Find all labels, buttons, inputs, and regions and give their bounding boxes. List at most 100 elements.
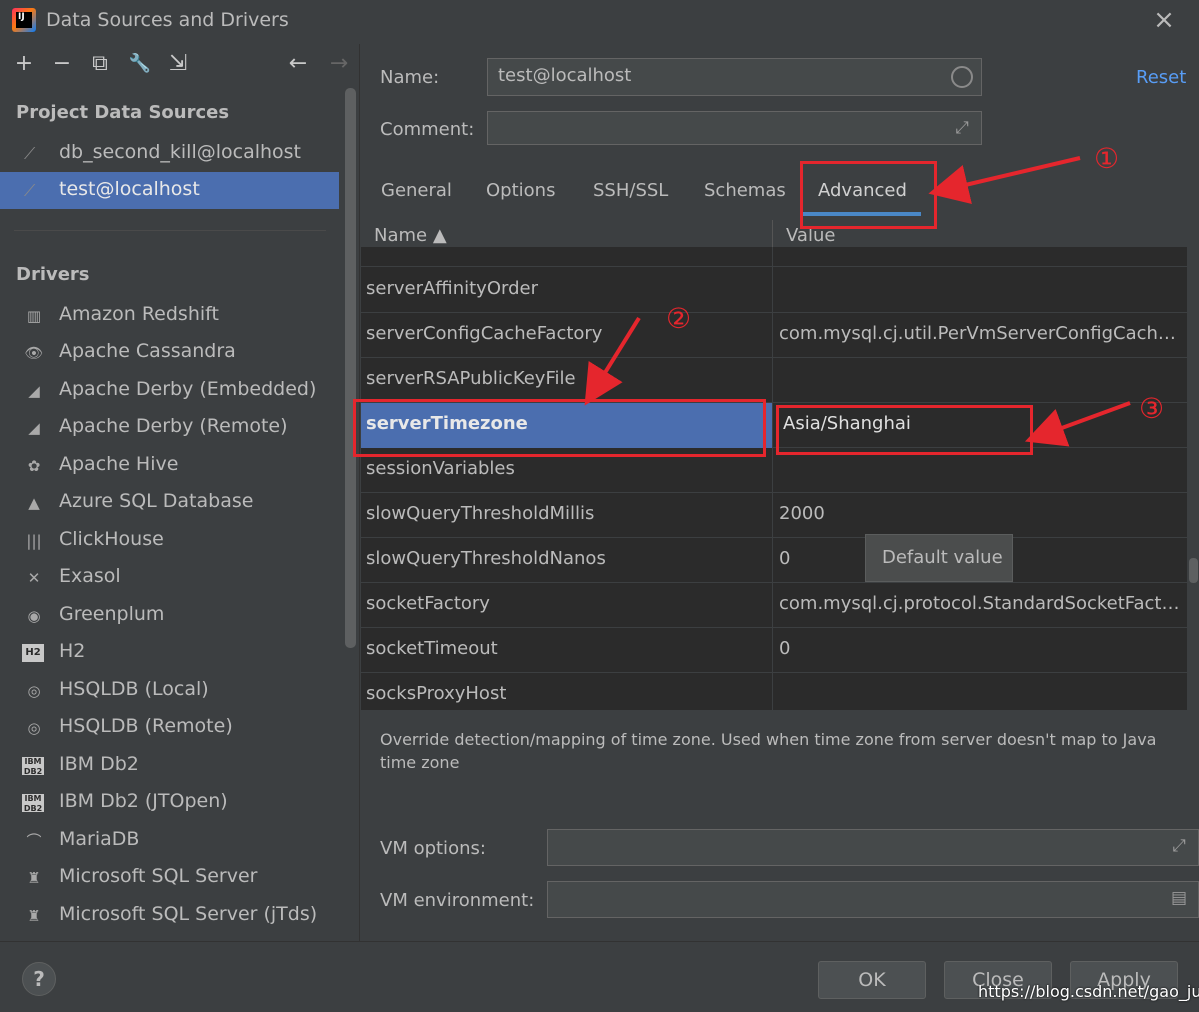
table-row [361,247,1187,292]
driver-item[interactable]: ◢ Apache Derby (Remote) [0,409,339,446]
tooltip: Default value [865,534,1013,582]
remove-icon[interactable]: − [48,50,76,78]
tab-general[interactable]: General [381,180,452,201]
vm-options-field[interactable]: ⤢ [547,829,1199,866]
annotation-box [800,161,937,229]
document-icon[interactable]: ▤ [1168,887,1190,909]
driver-label: Apache Derby (Embedded) [59,378,317,400]
driver-label: Azure SQL Database [59,490,254,512]
property-name: serverAffinityOrder [366,278,538,299]
table-row[interactable]: slowQueryThresholdMillis 2000 [361,493,1187,538]
driver-label: Apache Derby (Remote) [59,415,288,437]
table-row[interactable]: serverRSAPublicKeyFile [361,358,1187,403]
annotation-number: ② [666,302,692,335]
driver-item[interactable]: ◎ HSQLDB (Remote) [0,709,339,746]
driver-label: Amazon Redshift [59,303,219,325]
ibm-db2-icon: IBM DB2 [22,794,44,813]
table-row[interactable]: socketFactory com.mysql.cj.protocol.Stand… [361,583,1187,628]
driver-item[interactable]: ◢ Apache Derby (Embedded) [0,372,339,409]
add-icon[interactable]: + [10,50,38,78]
driver-item[interactable]: ✕ Exasol [0,559,339,596]
help-button[interactable]: ? [22,962,56,996]
divider [14,230,326,231]
driver-item[interactable]: ||| ClickHouse [0,522,339,559]
expand-icon[interactable]: ⤢ [1168,835,1190,857]
driver-label: H2 [59,640,86,662]
driver-item[interactable]: ▲ Azure SQL Database [0,484,339,521]
sql-server-icon: ♜ [27,907,41,925]
exasol-icon: ✕ [27,569,41,587]
property-name: socketTimeout [366,638,498,659]
bottom-bar: ? OK Close Apply https://blog.csdn.net/g… [0,941,1199,1012]
table-row[interactable]: slowQueryThresholdNanos 0 [361,538,1187,583]
expand-icon[interactable]: ⤢ [951,117,973,139]
clickhouse-icon: ||| [26,532,42,550]
tab-options[interactable]: Options [486,180,555,201]
color-circle-icon[interactable] [951,66,973,88]
project-data-sources-heading: Project Data Sources [16,102,230,123]
scrollbar-thumb[interactable] [1189,558,1198,583]
close-icon[interactable]: × [1150,6,1178,34]
hive-icon: ✿ [27,457,41,475]
property-value[interactable]: 0 [779,638,1184,659]
vm-environment-label: VM environment: [380,890,535,911]
vm-options-label: VM options: [380,838,486,859]
table-row[interactable]: serverConfigCacheFactory com.mysql.cj.uti… [361,313,1187,358]
property-name: serverConfigCacheFactory [366,323,603,344]
drivers-heading: Drivers [16,264,90,285]
table-row[interactable]: socksProxyHost [361,673,1187,710]
driver-item[interactable]: ▥ Amazon Redshift [0,297,339,334]
sql-server-icon: ♜ [27,869,41,887]
driver-item[interactable]: ⌒ MariaDB [0,822,339,859]
h2-icon: H2 [22,644,44,662]
import-icon[interactable]: ⇲ [164,50,192,78]
ok-button[interactable]: OK [818,961,926,999]
cassandra-icon: 👁 [24,344,44,362]
forward-arrow-icon[interactable]: → [325,50,353,78]
vm-environment-field[interactable]: ▤ [547,881,1199,918]
reset-link[interactable]: Reset [1136,67,1186,88]
driver-label: Microsoft SQL Server (jTds) [59,903,318,925]
property-value[interactable]: com.mysql.cj.protocol.StandardSocketFact… [779,593,1184,614]
data-source-item[interactable]: ⟋ db_second_kill@localhost [0,135,339,172]
mariadb-icon: ⌒ [26,832,42,850]
driver-item[interactable]: ◉ Greenplum [0,597,339,634]
driver-item[interactable]: ♜ Microsoft SQL Server (jTds) [0,897,339,934]
property-name: serverRSAPublicKeyFile [366,368,576,389]
driver-item[interactable]: IBM DB2 IBM Db2 [0,747,339,784]
derby-icon: ◢ [28,382,40,400]
tab-schemas[interactable]: Schemas [704,180,786,201]
driver-item[interactable]: 👁 Apache Cassandra [0,334,339,371]
column-header-name[interactable]: Name ▲ [374,225,447,246]
property-name: sessionVariables [366,458,515,479]
driver-item[interactable]: ◎ HSQLDB (Local) [0,672,339,709]
annotation-box [353,399,766,457]
table-scrollbar[interactable] [1188,220,1199,710]
name-field[interactable]: test@localhost [487,58,982,96]
property-name: slowQueryThresholdNanos [366,548,606,569]
driver-item[interactable]: IBM DB2 IBM Db2 (JTOpen) [0,784,339,821]
tab-ssh-ssl[interactable]: SSH/SSL [593,180,668,201]
driver-label: HSQLDB (Local) [59,678,209,700]
comment-field[interactable]: ⤢ [487,111,982,145]
driver-item[interactable]: ✿ Apache Hive [0,447,339,484]
driver-label: IBM Db2 (JTOpen) [59,790,228,812]
table-row[interactable]: serverAffinityOrder [361,268,1187,313]
ibm-db2-icon: IBM DB2 [22,757,44,776]
property-name: socksProxyHost [366,683,507,704]
data-source-item-selected[interactable]: ⟋ test@localhost [0,172,339,209]
left-scrollbar[interactable] [345,88,356,648]
property-value[interactable]: com.mysql.cj.util.PerVmServerConfigCache… [779,323,1184,344]
back-arrow-icon[interactable]: ← [284,50,312,78]
property-value[interactable]: 2000 [779,503,1184,524]
greenplum-icon: ◉ [27,607,41,625]
title-bar: IJ Data Sources and Drivers × [0,0,1199,44]
driver-item[interactable]: H2 H2 [0,634,339,671]
wrench-icon[interactable]: 🔧 [126,50,154,78]
driver-item[interactable]: ♜ Microsoft SQL Server [0,859,339,896]
right-panel: Name: test@localhost Reset Comment: ⤢ Ge… [361,44,1199,941]
table-row[interactable]: socketTimeout 0 [361,628,1187,673]
property-name: slowQueryThresholdMillis [366,503,595,524]
duplicate-icon[interactable]: ⧉ [86,50,114,78]
left-panel: + − ⧉ 🔧 ⇲ ← → Project Data Sources ⟋ db_… [0,44,360,941]
